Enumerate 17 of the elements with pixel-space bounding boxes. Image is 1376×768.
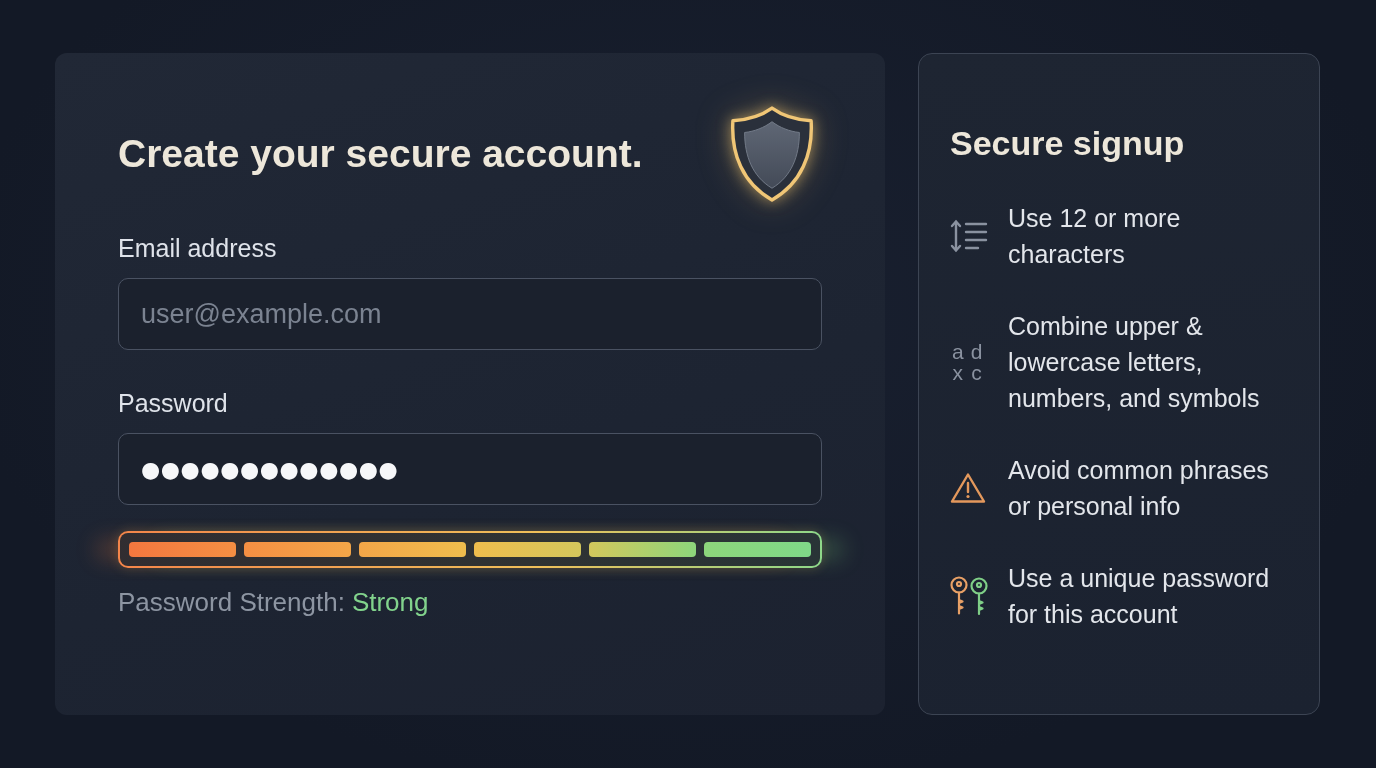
tips-title: Secure signup [950,123,1186,164]
tip-text: Avoid common phrases or personal info [1008,455,1270,522]
shield-icon [728,105,816,203]
tip-text: Use 12 or more characters [1008,203,1182,270]
password-field[interactable]: ●●●●●●●●●●●●● [118,433,822,505]
password-label: Password [118,388,228,418]
keys-icon [950,576,988,616]
email-field[interactable]: user@example.com [118,278,822,350]
letters-icon: a d x c [950,341,983,383]
tip-text: Combine upper & lowercase letters, numbers, and symbols [1008,311,1261,414]
warning-icon [950,472,986,504]
form-title: Create your secure account. [118,132,643,176]
strength-label: Password Strength: [118,587,345,617]
length-icon [950,219,988,253]
strength-value: Strong [351,587,429,617]
email-label: Email address [118,233,277,263]
tip-text: Use a unique password for this account [1008,563,1271,630]
